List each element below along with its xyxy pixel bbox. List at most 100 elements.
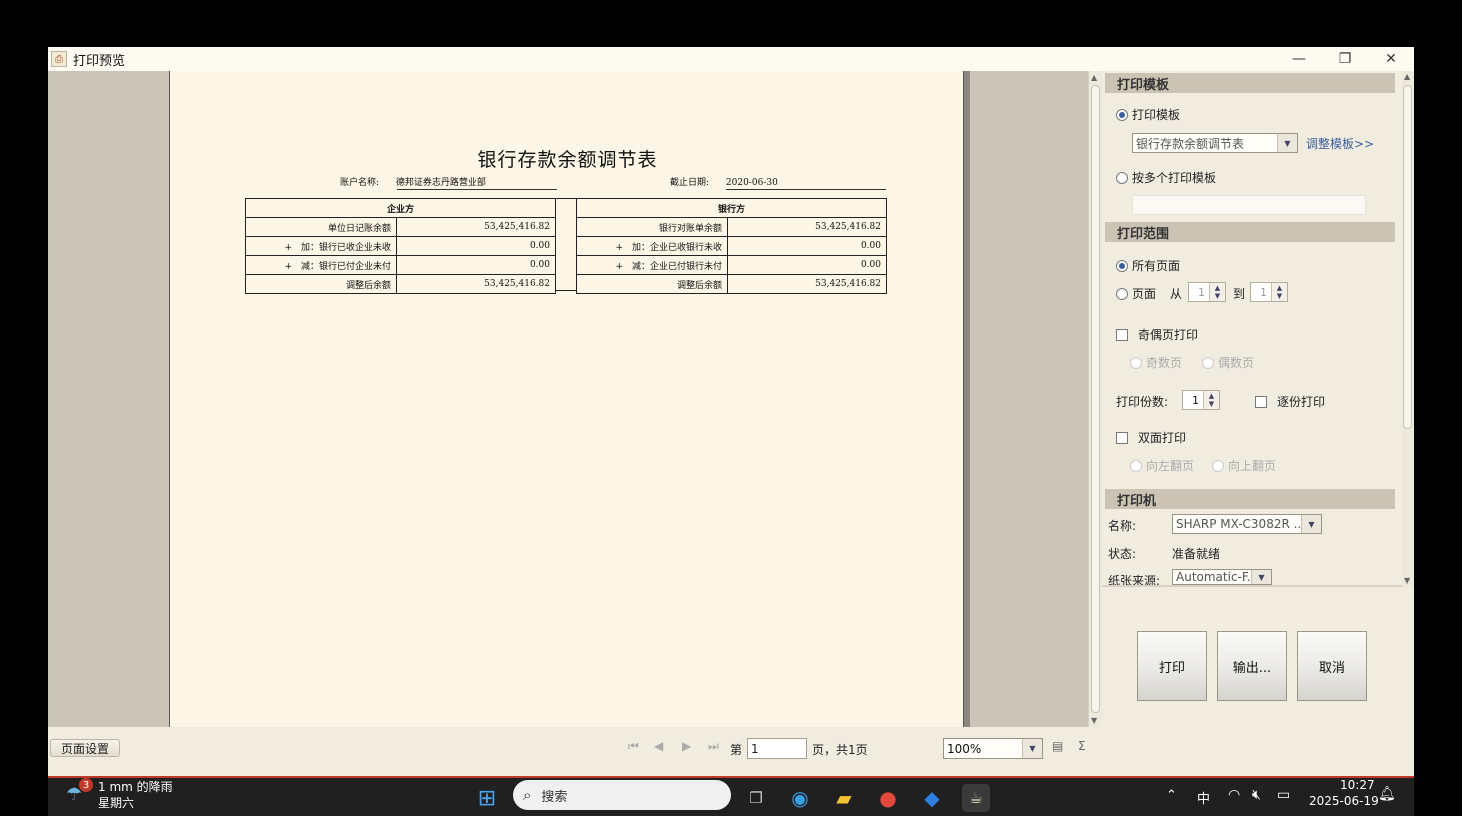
checkbox-icon[interactable] xyxy=(1255,395,1267,408)
copies-stepper[interactable]: 1 ▲ ▼ xyxy=(1182,390,1220,410)
wifi-icon[interactable]: ◠ xyxy=(1228,787,1240,803)
scroll-up-icon[interactable]: ▲ xyxy=(1091,73,1097,82)
to-page-stepper[interactable]: 1 ▲ ▼ xyxy=(1250,282,1288,302)
table-row: 调整后余额 53,425,416.82 xyxy=(245,274,556,294)
date-value: 2020-06-30 xyxy=(725,178,778,188)
ime-indicator[interactable]: 中 xyxy=(1197,788,1210,807)
radio-icon[interactable] xyxy=(1130,459,1142,472)
printer-app-icon: ⎙ xyxy=(51,51,67,67)
export-button[interactable]: 输出... xyxy=(1217,631,1287,701)
radio-icon[interactable] xyxy=(1116,287,1128,300)
chevron-down-icon[interactable]: ▼ xyxy=(1251,570,1271,584)
copies-label: 打印份数: xyxy=(1116,395,1169,409)
template-select[interactable]: 银行存款余额调节表 ▼ xyxy=(1132,133,1298,153)
page-setup-button[interactable]: 页面设置 xyxy=(50,739,120,757)
print-button[interactable]: 打印 xyxy=(1137,631,1207,701)
blue-app-icon[interactable]: ◆ xyxy=(918,784,946,812)
flip-up-radio[interactable]: 向上翻页 xyxy=(1212,457,1276,474)
adjust-template-link[interactable]: 调整模板>> xyxy=(1306,135,1374,152)
bank-header: 银行方 xyxy=(576,198,887,218)
scroll-down-icon[interactable]: ▼ xyxy=(1404,576,1410,585)
search-icon: ⌕ xyxy=(523,786,532,804)
status-value: 准备就绪 xyxy=(1172,547,1221,561)
radio-icon[interactable] xyxy=(1212,459,1224,472)
template-section-header: 打印模板 xyxy=(1105,73,1395,93)
minimize-button[interactable]: — xyxy=(1276,47,1322,71)
date-field: 截止日期: 2020-06-30 xyxy=(670,175,886,190)
even-pages-radio[interactable]: 偶数页 xyxy=(1202,354,1254,371)
flip-left-radio[interactable]: 向左翻页 xyxy=(1130,457,1194,474)
template-radio[interactable]: 打印模板 xyxy=(1116,106,1180,123)
chevron-down-icon[interactable]: ▼ xyxy=(1301,515,1321,533)
first-page-icon[interactable]: ⏮ xyxy=(628,739,639,754)
range-section-header: 打印范围 xyxy=(1105,222,1395,242)
stepper-arrows-icon[interactable]: ▲ ▼ xyxy=(1271,283,1287,301)
preview-scrollbar[interactable]: ▲ ▼ xyxy=(1088,71,1102,727)
table-row: 调整后余额 53,425,416.82 xyxy=(576,274,887,294)
radio-icon[interactable] xyxy=(1116,171,1128,184)
restore-button[interactable]: ❐ xyxy=(1322,47,1368,71)
prev-page-icon[interactable]: ◀ xyxy=(654,739,663,753)
radio-icon[interactable] xyxy=(1130,356,1142,369)
task-view-icon[interactable]: ❐ xyxy=(742,784,770,812)
zoom-select[interactable]: 100% ▼ xyxy=(943,738,1043,759)
printer-select[interactable]: SHARP MX-C3082R ... ▼ xyxy=(1172,514,1322,534)
java-app-icon[interactable]: ☕ xyxy=(962,784,990,812)
search-box[interactable]: ⌕ 搜索 xyxy=(513,780,731,810)
file-explorer-icon[interactable]: ▰ xyxy=(830,784,858,812)
edge-browser-icon[interactable]: ◉ xyxy=(786,784,814,812)
last-page-icon[interactable]: ⏭ xyxy=(708,739,719,754)
all-pages-radio[interactable]: 所有页面 xyxy=(1116,257,1180,274)
account-field: 账户名称: 德邦证券志丹路营业部 xyxy=(340,175,557,190)
scroll-thumb[interactable] xyxy=(1091,85,1100,713)
window-title: 打印预览 xyxy=(73,53,126,69)
weather-text[interactable]: 1 mm 的降雨 xyxy=(98,778,173,795)
duplex-checkbox[interactable]: 双面打印 xyxy=(1116,429,1186,446)
clock-time[interactable]: 10:27 xyxy=(1340,778,1375,792)
volume-muted-icon[interactable]: 🔇︎ xyxy=(1252,787,1261,803)
sigma-icon[interactable]: Σ xyxy=(1078,739,1086,753)
odd-pages-radio[interactable]: 奇数页 xyxy=(1130,354,1182,371)
clock-date[interactable]: 2025-06-19 xyxy=(1309,794,1379,808)
radio-selected-icon[interactable] xyxy=(1116,108,1128,121)
chevron-down-icon[interactable]: ▼ xyxy=(1022,739,1042,758)
page-number-input[interactable]: 1 xyxy=(747,738,807,759)
stepper-arrows-icon[interactable]: ▲ ▼ xyxy=(1209,283,1225,301)
radio-icon[interactable] xyxy=(1202,356,1214,369)
odd-even-checkbox[interactable]: 奇偶页打印 xyxy=(1116,326,1198,343)
red-app-icon[interactable]: ● xyxy=(874,784,902,812)
document-title: 银行存款余额调节表 xyxy=(477,149,658,171)
multi-template-field[interactable] xyxy=(1132,195,1366,215)
weather-day: 星期六 xyxy=(98,796,135,810)
stepper-arrows-icon[interactable]: ▲ ▼ xyxy=(1203,391,1219,409)
scroll-down-icon[interactable]: ▼ xyxy=(1091,716,1097,725)
chevron-down-icon[interactable]: ▼ xyxy=(1277,134,1297,152)
close-button[interactable]: ✕ xyxy=(1368,47,1414,71)
chevron-up-icon[interactable]: ⌃ xyxy=(1166,788,1177,803)
from-page-stepper[interactable]: 1 ▲ ▼ xyxy=(1188,282,1226,302)
checkbox-icon[interactable] xyxy=(1116,431,1128,444)
weather-badge: 3 xyxy=(79,778,93,792)
collate-checkbox[interactable]: 逐份打印 xyxy=(1255,393,1325,410)
single-page-icon[interactable]: ▤ xyxy=(1052,739,1063,753)
pages-radio[interactable]: 页面 xyxy=(1116,285,1156,302)
checkbox-icon[interactable] xyxy=(1116,328,1128,341)
page-shadow xyxy=(964,71,970,727)
radio-selected-icon[interactable] xyxy=(1116,259,1128,272)
paper-source-select[interactable]: Automatic-F... ▼ xyxy=(1172,569,1272,585)
notification-bell-icon[interactable]: 🔔︎ xyxy=(1378,786,1396,802)
table-row: + 减：银行已付企业未付 0.00 xyxy=(245,255,556,275)
page-prefix: 第 xyxy=(730,743,743,757)
scroll-thumb[interactable] xyxy=(1403,85,1412,429)
windows-start-icon[interactable]: ⊞ xyxy=(473,784,501,812)
battery-icon[interactable]: ▭ xyxy=(1277,787,1290,803)
cancel-button[interactable]: 取消 xyxy=(1297,631,1367,701)
company-side-table: 企业方 单位日记账余额 53,425,416.82 + 加：银行已收企业未收 0.0… xyxy=(245,198,556,294)
bank-side-table: 银行方 银行对账单余额 53,425,416.82 + 加：企业已收银行未收 0.0… xyxy=(576,198,887,294)
from-label: 从 xyxy=(1170,287,1183,301)
scroll-up-icon[interactable]: ▲ xyxy=(1404,72,1410,81)
next-page-icon[interactable]: ▶ xyxy=(682,739,691,753)
printer-section-header: 打印机 xyxy=(1105,489,1395,509)
multi-template-radio[interactable]: 按多个打印模板 xyxy=(1116,169,1216,186)
settings-scrollbar[interactable]: ▲ ▼ xyxy=(1402,71,1414,587)
